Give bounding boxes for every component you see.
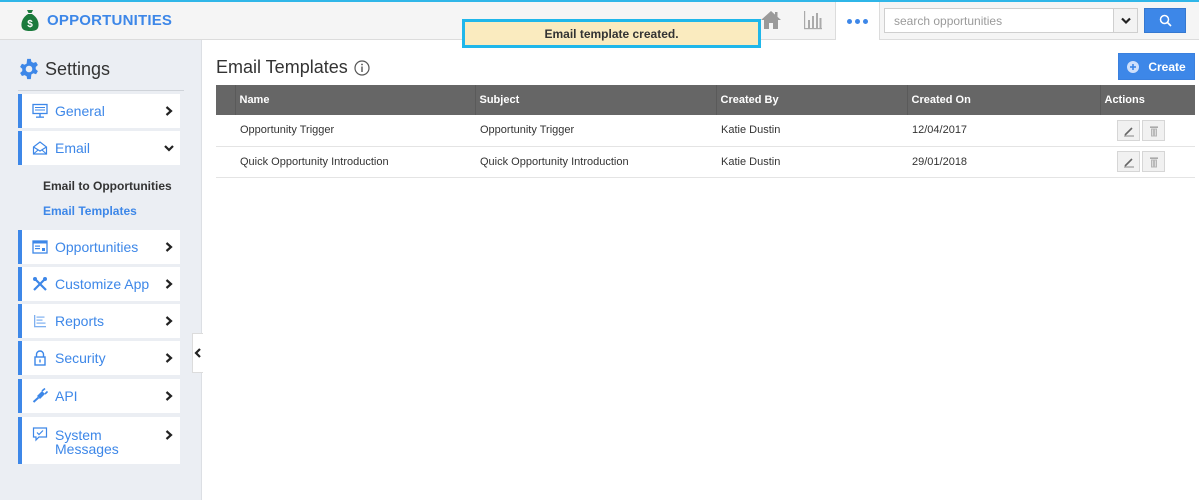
cell-created-by: Katie Dustin [716, 115, 907, 147]
sidebar-item-general[interactable]: General [18, 94, 180, 128]
sidebar-item-label: Reports [55, 313, 105, 329]
divider [18, 90, 184, 91]
trash-icon [1150, 157, 1158, 168]
settings-title: Settings [45, 58, 111, 79]
more-dot [855, 18, 860, 24]
sidebar-item-security[interactable]: Security [18, 341, 180, 375]
search-filter-dropdown[interactable] [1113, 9, 1137, 32]
report-list-icon [34, 315, 46, 328]
cell-created-by: Katie Dustin [716, 146, 907, 178]
chevron-right-icon [165, 353, 173, 363]
search-box [884, 8, 1138, 33]
sidebar-item-label: API [55, 388, 78, 404]
cell-subject: Quick Opportunity Introduction [475, 146, 716, 178]
chevron-right-icon [165, 391, 173, 401]
info-icon[interactable] [354, 59, 370, 76]
search-button[interactable] [1144, 8, 1186, 33]
create-button[interactable]: Create [1118, 53, 1195, 80]
monitor-icon [32, 103, 48, 118]
page-title: Email Templates [216, 57, 348, 77]
cell-created-on: 12/04/2017 [907, 115, 1100, 147]
brand[interactable]: $ OPPORTUNITIES [20, 8, 172, 32]
more-dots-icon [847, 18, 852, 24]
chevron-right-icon [165, 430, 173, 440]
trash-icon [1150, 126, 1158, 137]
search-icon [1159, 14, 1172, 27]
chevron-right-icon [165, 242, 173, 252]
tools-icon [33, 277, 47, 291]
table-row[interactable]: Opportunity Trigger Opportunity Trigger … [216, 115, 1195, 147]
sidebar-item-label: Customize App [55, 276, 150, 292]
column-header-actions: Actions [1099, 85, 1195, 115]
chevron-down-icon [164, 145, 174, 152]
column-header-created-by[interactable]: Created By [715, 85, 908, 115]
plus-circle-icon [1127, 60, 1140, 73]
pencil-icon [1124, 158, 1134, 168]
column-header-name[interactable]: Name [234, 85, 476, 115]
row-spacer [216, 115, 235, 147]
column-header-subject[interactable]: Subject [474, 85, 717, 115]
sidebar-item-label: General [55, 103, 105, 119]
gear-icon [20, 58, 38, 80]
money-bag-icon: $ [21, 10, 39, 31]
sidebar-item-label: Email [55, 140, 91, 156]
cell-created-on: 29/01/2018 [907, 146, 1100, 178]
pencil-icon [1124, 127, 1134, 137]
more-menu-button[interactable] [835, 2, 880, 40]
chevron-right-icon [165, 106, 173, 116]
message-check-icon [32, 427, 48, 442]
sidebar-item-label-line2: Messages [55, 441, 119, 457]
column-header-select [216, 85, 236, 115]
sidebar-item-label: Security [55, 350, 106, 366]
sidebar-item-system-messages[interactable]: System Messages [18, 417, 180, 464]
sidebar-item-opportunities[interactable]: Opportunities [18, 230, 180, 264]
cell-name[interactable]: Quick Opportunity Introduction [235, 146, 475, 178]
app-title: OPPORTUNITIES [47, 11, 173, 29]
plug-icon [32, 388, 48, 403]
table-row[interactable]: Quick Opportunity Introduction Quick Opp… [216, 146, 1195, 178]
toast-notification: Email template created. [462, 19, 761, 48]
table-header-row: Name Subject Created By Created On Actio… [216, 85, 1195, 115]
cell-actions [1100, 115, 1195, 147]
edit-button[interactable] [1117, 119, 1140, 141]
sidebar-item-reports[interactable]: Reports [18, 304, 180, 338]
delete-button[interactable] [1142, 119, 1165, 141]
svg-text:$: $ [27, 19, 33, 30]
sidebar-subitem-email-templates[interactable]: Email Templates [43, 204, 137, 218]
edit-button[interactable] [1117, 151, 1140, 172]
search-input[interactable] [885, 9, 1113, 32]
sidebar-item-label-line1: System [55, 427, 102, 443]
opportunity-card-icon [32, 240, 48, 254]
cell-subject: Opportunity Trigger [475, 115, 716, 147]
home-icon[interactable] [760, 9, 782, 31]
sidebar-item-email[interactable]: Email [18, 131, 180, 165]
sidebar-subitem-email-to-opportunities[interactable]: Email to Opportunities [43, 179, 172, 193]
chevron-left-icon [194, 348, 201, 358]
cell-actions [1100, 146, 1195, 178]
more-dot [863, 18, 868, 24]
row-spacer [216, 146, 235, 178]
column-header-created-on[interactable]: Created On [906, 85, 1101, 115]
cell-name[interactable]: Opportunity Trigger [235, 115, 475, 147]
chevron-right-icon [165, 316, 173, 326]
email-templates-table: Name Subject Created By Created On Actio… [216, 85, 1195, 178]
create-button-label: Create [1148, 59, 1186, 74]
bar-chart-icon[interactable] [803, 9, 823, 31]
chevron-right-icon [165, 279, 173, 289]
lock-icon [34, 350, 46, 366]
settings-sidebar: Settings General Email Email to Opportun… [0, 40, 202, 500]
settings-header: Settings [18, 58, 110, 80]
delete-button[interactable] [1142, 151, 1165, 172]
sidebar-item-api[interactable]: API [18, 379, 180, 413]
page-title-wrap: Email Templates [216, 57, 370, 78]
envelope-icon [32, 141, 48, 155]
sidebar-item-label: Opportunities [55, 239, 139, 255]
sidebar-collapse-toggle[interactable] [192, 333, 203, 373]
chevron-down-icon [1120, 17, 1131, 24]
sidebar-item-customize-app[interactable]: Customize App [18, 267, 180, 301]
